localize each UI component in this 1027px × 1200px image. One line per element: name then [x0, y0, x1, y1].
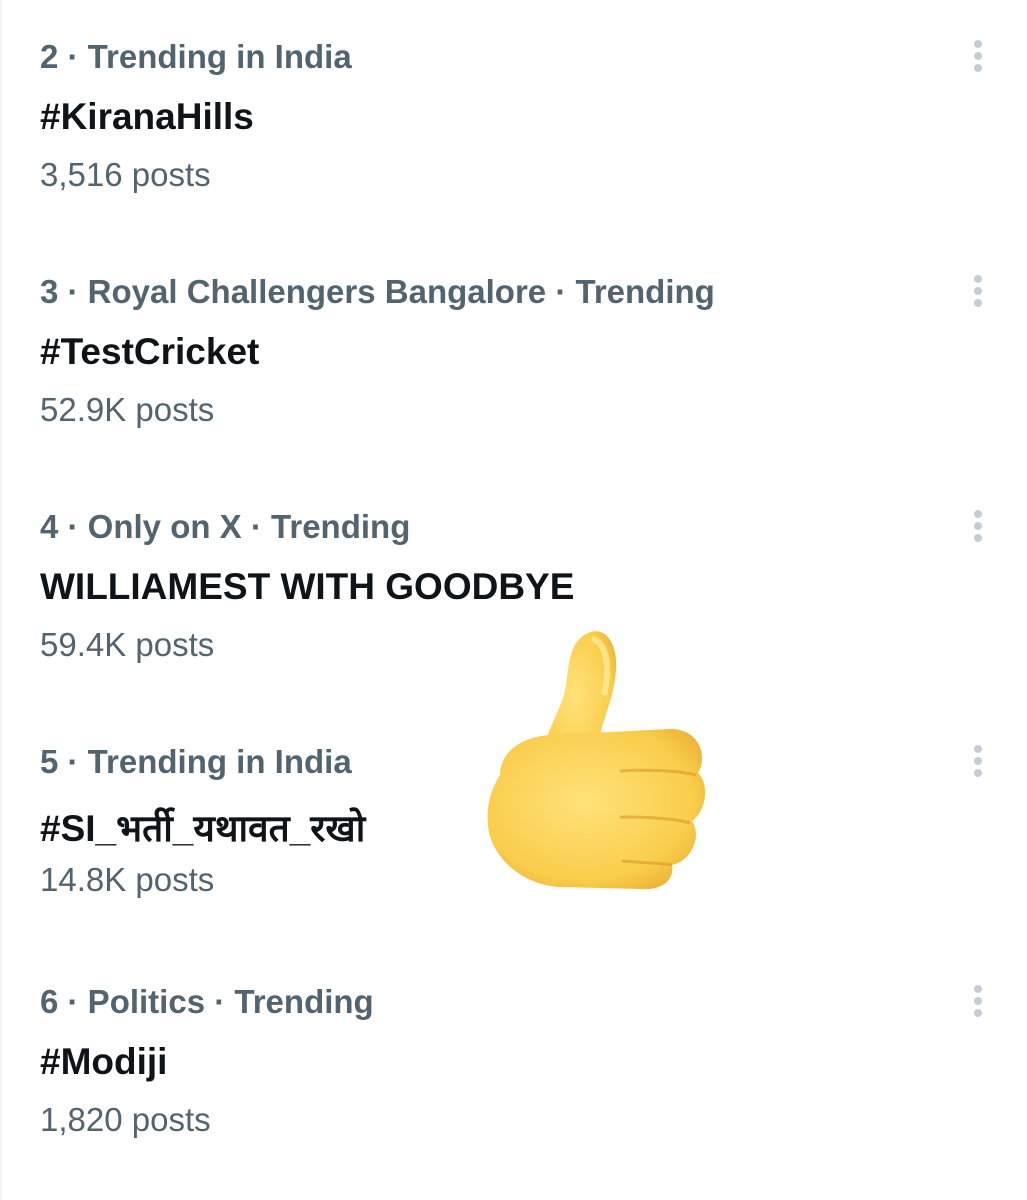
trend-item[interactable]: 2 · Trending in India #KiranaHills 3,516… — [0, 0, 1027, 235]
trend-post-count: 59.4K posts — [40, 626, 215, 663]
trend-item[interactable]: 3 · Royal Challengers Bangalore · Trendi… — [0, 235, 1027, 470]
more-options-button[interactable] — [962, 508, 994, 544]
trend-post-count: 3,516 posts — [40, 156, 211, 193]
trend-post-count: 1,820 posts — [40, 1101, 211, 1138]
more-vertical-icon — [974, 275, 982, 307]
trend-meta: 2 · Trending in India — [40, 38, 352, 75]
trend-title: WILLIAMEST WITH GOODBYE — [40, 566, 575, 607]
more-options-button[interactable] — [962, 273, 994, 309]
more-options-button[interactable] — [962, 983, 994, 1019]
trend-meta: 3 · Royal Challengers Bangalore · Trendi… — [40, 273, 715, 310]
more-options-button[interactable] — [962, 38, 994, 74]
trend-meta: 4 · Only on X · Trending — [40, 508, 411, 545]
more-options-button[interactable] — [962, 743, 994, 779]
more-vertical-icon — [974, 510, 982, 542]
trend-post-count: 52.9K posts — [40, 391, 215, 428]
trend-title: #Modiji — [40, 1041, 168, 1082]
trend-title: #SI_भर्ती_यथावत_रखो — [40, 808, 366, 849]
more-vertical-icon — [974, 745, 982, 777]
trend-meta: 5 · Trending in India — [40, 743, 352, 780]
trend-post-count: 14.8K posts — [40, 861, 215, 898]
trend-meta: 6 · Politics · Trending — [40, 983, 374, 1020]
trend-item[interactable]: 6 · Politics · Trending #Modiji 1,820 po… — [0, 945, 1027, 1180]
trend-title: #KiranaHills — [40, 96, 254, 137]
thumbs-up-icon — [470, 625, 715, 895]
trend-title: #TestCricket — [40, 331, 260, 372]
more-vertical-icon — [974, 40, 982, 72]
more-vertical-icon — [974, 985, 982, 1017]
